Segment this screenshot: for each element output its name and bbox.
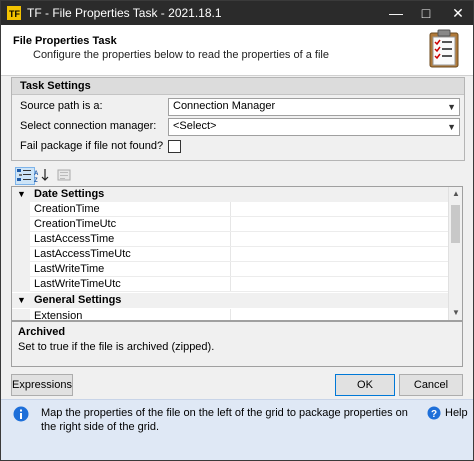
chevron-down-icon: ▼ <box>447 122 456 132</box>
ok-button[interactable]: OK <box>335 374 395 396</box>
connection-manager-label: Select connection manager: <box>20 120 157 132</box>
chevron-down-icon: ▼ <box>447 102 456 112</box>
alphabetical-sort-icon: A Z <box>34 169 49 184</box>
help-link[interactable]: Help <box>445 407 468 419</box>
connection-manager-value: <Select> <box>173 120 217 132</box>
scroll-down-icon[interactable]: ▼ <box>449 306 462 320</box>
table-row[interactable]: Extension <box>12 309 448 321</box>
categorized-button[interactable] <box>15 167 35 185</box>
description-text: Set to true if the file is archived (zip… <box>18 341 215 353</box>
property-pages-button[interactable] <box>55 167 75 185</box>
header-panel: File Properties Task Configure the prope… <box>1 25 473 76</box>
property-description: Archived Set to true if the file is arch… <box>11 321 463 367</box>
help-icon[interactable]: ? <box>427 406 441 420</box>
table-row[interactable]: LastWriteTime <box>12 262 448 277</box>
scroll-up-icon[interactable]: ▲ <box>449 187 462 201</box>
category-general-settings[interactable]: ▼ General Settings <box>12 293 448 308</box>
close-button[interactable]: ✕ <box>443 1 473 25</box>
grid-scrollbar[interactable]: ▲ ▼ <box>448 187 462 320</box>
section-header: Task Settings <box>12 78 464 95</box>
minimize-button[interactable]: — <box>381 1 411 25</box>
property-grid: ▼ Date Settings CreationTime CreationTim… <box>11 186 463 321</box>
window-title: TF - File Properties Task - 2021.18.1 <box>27 6 222 20</box>
property-name: CreationTimeUtc <box>34 218 117 230</box>
property-name: LastWriteTime <box>34 263 105 275</box>
cancel-button[interactable]: Cancel <box>399 374 463 396</box>
source-path-value: Connection Manager <box>173 100 276 112</box>
checklist-icon <box>429 29 459 68</box>
description-title: Archived <box>18 326 66 338</box>
source-path-label: Source path is a: <box>20 100 103 112</box>
svg-text:A: A <box>34 171 39 177</box>
chevron-down-icon[interactable]: ▼ <box>17 189 26 199</box>
category-date-settings[interactable]: ▼ Date Settings <box>12 187 448 202</box>
property-name: LastWriteTimeUtc <box>34 278 121 290</box>
connection-manager-dropdown[interactable]: <Select> ▼ <box>168 118 460 136</box>
expressions-button[interactable]: Expressions <box>11 374 73 396</box>
fail-package-label: Fail package if file not found? <box>20 140 164 152</box>
table-row[interactable]: CreationTimeUtc <box>12 217 448 232</box>
category-label: Date Settings <box>34 188 105 200</box>
property-pages-icon <box>57 169 71 181</box>
chevron-down-icon[interactable]: ▼ <box>17 295 26 305</box>
property-name: Extension <box>34 310 83 321</box>
property-grid-toolbar: A Z <box>11 165 463 185</box>
app-icon: TF <box>7 6 21 20</box>
categorized-sort-icon <box>17 169 31 181</box>
table-row[interactable]: CreationTime <box>12 202 448 217</box>
section-title: Task Settings <box>20 80 91 92</box>
svg-text:?: ? <box>431 409 437 420</box>
footer-text: Map the properties of the file on the le… <box>41 407 408 433</box>
title-bar: TF TF - File Properties Task - 2021.18.1… <box>1 1 473 25</box>
category-label: General Settings <box>34 294 122 306</box>
source-path-dropdown[interactable]: Connection Manager ▼ <box>168 98 460 116</box>
property-name: CreationTime <box>34 203 100 215</box>
dialog-window: TF TF - File Properties Task - 2021.18.1… <box>0 0 474 461</box>
table-row[interactable]: LastWriteTimeUtc <box>12 277 448 292</box>
footer-panel: Map the properties of the file on the le… <box>1 399 473 460</box>
svg-text:Z: Z <box>34 178 38 182</box>
fail-package-checkbox[interactable] <box>168 140 181 153</box>
property-name: LastAccessTime <box>34 233 115 245</box>
page-subtitle: Configure the properties below to read t… <box>33 49 329 61</box>
scroll-thumb[interactable] <box>451 205 460 243</box>
page-title: File Properties Task <box>13 35 117 47</box>
task-settings-section: Task Settings Source path is a: Connecti… <box>11 77 465 161</box>
alphabetical-button[interactable]: A Z <box>33 167 53 185</box>
maximize-button[interactable]: □ <box>411 1 441 25</box>
info-icon <box>13 406 29 422</box>
svg-text:TF: TF <box>9 9 20 19</box>
table-row[interactable]: LastAccessTime <box>12 232 448 247</box>
table-row[interactable]: LastAccessTimeUtc <box>12 247 448 262</box>
property-name: LastAccessTimeUtc <box>34 248 131 260</box>
